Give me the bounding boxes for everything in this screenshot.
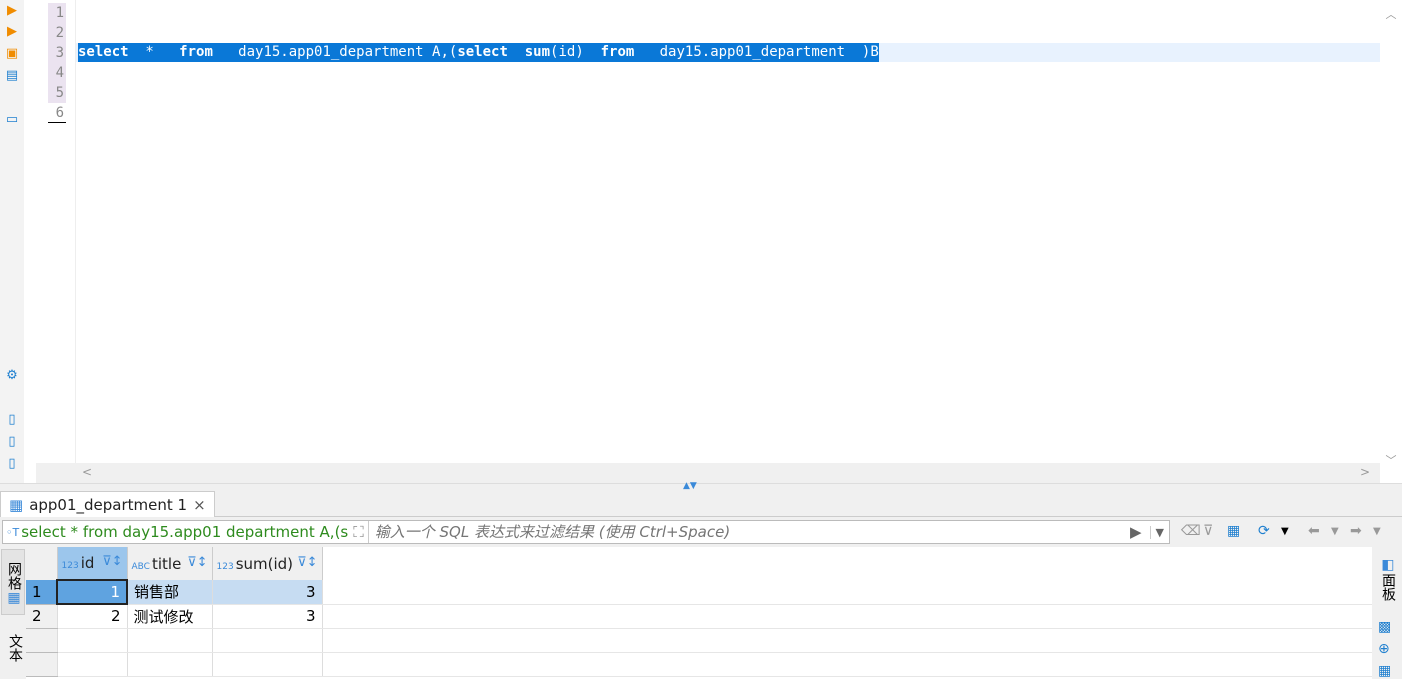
text-type-icon: ABC	[131, 561, 150, 572]
sort-filter-icon[interactable]: ⊽↕	[187, 555, 207, 570]
line-number: 2	[48, 23, 66, 43]
tab-results[interactable]: ▦ app01_department 1 ×	[0, 491, 215, 517]
eraser-icon[interactable]: ⌫	[1181, 523, 1201, 539]
sql-icon: ◦T	[6, 525, 20, 539]
aggregate-icon[interactable]: ⊕	[1378, 641, 1390, 657]
load-script-icon[interactable]: ▯	[4, 412, 20, 428]
selected-sql-text[interactable]: select * from day15.app01_department A,(…	[78, 43, 879, 62]
table-settings-icon[interactable]: ▦	[1227, 523, 1240, 539]
sort-filter-icon[interactable]: ⊽↕	[102, 554, 122, 569]
back-dropdown-icon[interactable]: ▼	[1331, 526, 1339, 537]
column-header-sum-id[interactable]: 123 sum(id) ⊽↕	[212, 547, 323, 580]
cell-sum[interactable]: 3	[212, 604, 323, 629]
tab-text-label: 文本	[7, 634, 23, 662]
filter-bar: ◦T select * from day15.app01 department …	[0, 517, 1402, 547]
results-tab-bar: ▦ app01_department 1 ×	[0, 491, 1402, 517]
line-number: 1	[48, 3, 66, 23]
console-icon[interactable]: ▭	[4, 112, 20, 128]
view-mode-tabs: 网格▦ 文本	[0, 547, 26, 679]
column-header-title[interactable]: ABC title ⊽↕	[127, 547, 213, 580]
table-row[interactable]: 2 2 测试修改 3	[26, 604, 1372, 629]
execute-new-tab-icon[interactable]: ▶	[4, 24, 20, 40]
panels-toggle[interactable]: ◧面板	[1378, 557, 1398, 601]
tab-text[interactable]: 文本	[1, 623, 25, 673]
line-number: 6	[48, 103, 66, 123]
expand-icon[interactable]: ⛶	[349, 523, 368, 541]
line-number: 3	[48, 43, 66, 63]
grid-icon: ▦	[7, 590, 21, 606]
forward-icon[interactable]: ➡	[1350, 523, 1362, 539]
cell-sum[interactable]: 3	[212, 580, 323, 605]
panels-label: 面板	[1380, 573, 1396, 601]
cell-id[interactable]: 2	[57, 604, 128, 629]
tab-grid[interactable]: 网格▦	[1, 549, 25, 615]
cell-title[interactable]: 销售部	[127, 580, 213, 605]
column-name: title	[151, 554, 182, 573]
explain-plan-icon[interactable]: ▤	[4, 68, 20, 84]
sql-editor[interactable]: select * from day15.app01_department A,(…	[76, 0, 1380, 463]
tab-grid-label: 网格	[6, 562, 22, 590]
filter-history-dropdown[interactable]: ▼	[1149, 525, 1169, 539]
table-row[interactable]: 1 1 销售部 3	[26, 579, 1372, 605]
side-panels: ◧面板 ▩ ⊕ ▦	[1372, 547, 1402, 679]
execute-script-icon[interactable]: ▣	[4, 46, 20, 62]
panel-icon: ◧	[1381, 557, 1395, 573]
sort-filter-icon[interactable]: ⊽↕	[297, 555, 317, 570]
cell-id[interactable]: 1	[56, 579, 128, 605]
number-type-icon: 123	[216, 561, 234, 572]
number-type-icon: 123	[61, 561, 79, 571]
column-name: sum(id)	[235, 554, 294, 573]
panel-splitter[interactable]: ▲▼	[0, 481, 1402, 491]
line-number-gutter: 1 2 3 4 5 6	[36, 0, 76, 463]
execute-icon[interactable]: ▶	[4, 3, 20, 19]
horizontal-scrollbar[interactable]: < >	[36, 463, 1380, 483]
back-icon[interactable]: ⬅	[1308, 523, 1320, 539]
editor-toolbar: ▶ ▶ ▣ ▤ ▭ ⚙ ▯ ▯ ▯	[0, 0, 24, 485]
refresh-dropdown-icon[interactable]: ▼	[1281, 526, 1289, 537]
row-number[interactable]: 1	[26, 580, 58, 605]
cell-title[interactable]: 测试修改	[127, 604, 213, 629]
line-number: 4	[48, 63, 66, 83]
vertical-scrollbar[interactable]: ︿ ﹀	[1380, 0, 1402, 467]
save-script-icon[interactable]: ▯	[4, 434, 20, 450]
table-icon: ▦	[9, 495, 24, 514]
results-grid: 123 id ⊽↕ ABC title ⊽↕ 123 sum(id) ⊽↕ 1 1 销售部 …	[26, 547, 1372, 679]
close-icon[interactable]: ×	[193, 496, 206, 514]
apply-filter-icon[interactable]: ▶	[1122, 523, 1150, 541]
columns-icon[interactable]: ▦	[1378, 663, 1391, 679]
filter-input[interactable]	[367, 521, 1122, 543]
column-name: id	[80, 554, 95, 572]
query-text: select * from day15.app01 department A,(…	[21, 523, 350, 541]
refresh-icon[interactable]: ⟳	[1258, 523, 1270, 539]
grid-pattern-icon[interactable]: ▩	[1378, 619, 1391, 635]
column-header-id[interactable]: 123 id ⊽↕	[57, 547, 128, 580]
export-icon[interactable]: ▯	[4, 456, 20, 472]
settings-icon[interactable]: ⚙	[4, 368, 20, 384]
filter-settings-icon[interactable]: ⊽	[1203, 523, 1213, 539]
line-number: 5	[48, 83, 66, 103]
forward-dropdown-icon[interactable]: ▼	[1373, 526, 1381, 537]
row-number[interactable]: 2	[26, 604, 58, 629]
tab-label: app01_department 1	[29, 495, 188, 514]
